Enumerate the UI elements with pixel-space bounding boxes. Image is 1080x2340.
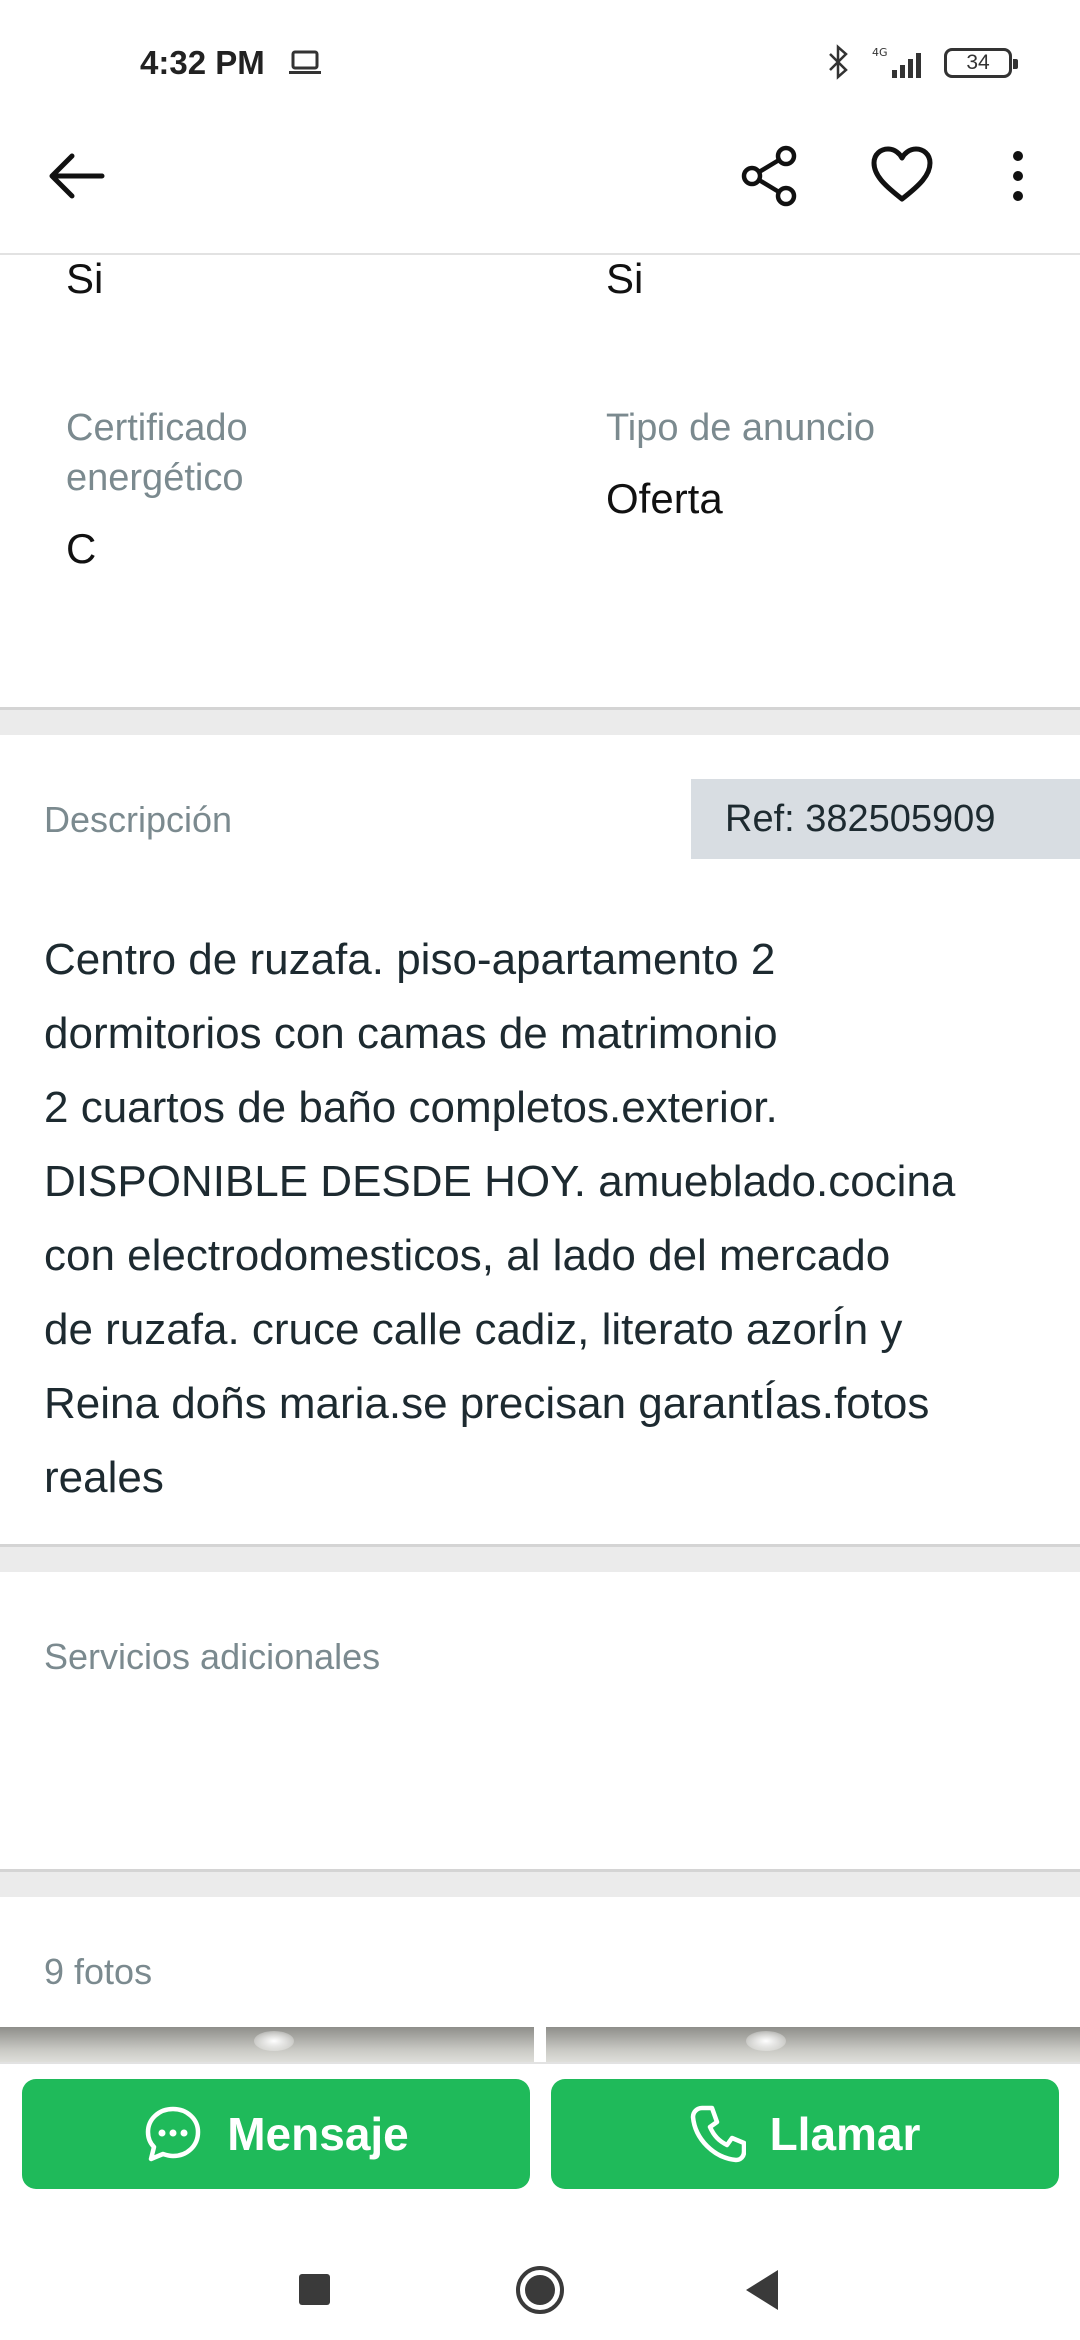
signal-icon: 4G (872, 46, 921, 78)
description-title: Descripción (44, 799, 233, 840)
more-vertical-icon[interactable] (1003, 148, 1033, 204)
network-type-label: 4G (872, 46, 888, 59)
status-bar: 4:32 PM 4G 34 (0, 0, 1080, 125)
photo-thumbnail[interactable] (0, 2027, 534, 2065)
back-arrow-icon[interactable] (44, 146, 108, 206)
message-button[interactable]: Mensaje (22, 2079, 530, 2189)
share-icon[interactable] (738, 144, 802, 208)
services-title: Servicios adicionales (44, 1636, 381, 1677)
energy-certificate-label: Certificado energético (66, 407, 248, 499)
battery-level: 34 (966, 51, 990, 74)
bluetooth-icon (829, 44, 848, 80)
message-button-label: Mensaje (227, 2108, 409, 2160)
chat-bubble-icon (145, 2106, 201, 2162)
home-icon[interactable] (514, 2264, 566, 2316)
system-nav-bar (0, 2210, 1080, 2340)
action-bar: Mensaje Llamar (0, 2062, 1080, 2210)
phone-icon (690, 2105, 746, 2163)
battery-indicator: 34 (944, 48, 1018, 78)
nav-back-icon[interactable] (744, 2268, 780, 2312)
screen: 4:32 PM 4G 34 Si Si Certificado energéti… (0, 0, 1080, 2340)
recent-apps-icon[interactable] (299, 2274, 330, 2305)
photo-light (254, 2031, 294, 2051)
status-time: 4:32 PM (140, 44, 265, 81)
photo-light (746, 2031, 786, 2051)
details-card: Si Si Certificado energético C Tipo de a… (0, 255, 1080, 710)
call-button-label: Llamar (769, 2108, 921, 2160)
services-card: Servicios adicionales (0, 1572, 1080, 1872)
ad-type-value: Oferta (606, 475, 723, 522)
description-card: Descripción Ref: 382505909 Centro de ruz… (0, 735, 1080, 1547)
ad-type-label: Tipo de anuncio (606, 407, 876, 449)
photos-card: 9 fotos (0, 1897, 1080, 2065)
call-button[interactable]: Llamar (551, 2079, 1059, 2189)
detail-value-right: Si (606, 255, 644, 302)
favorite-heart-icon[interactable] (870, 145, 934, 205)
reference-text: Ref: 382505909 (725, 797, 996, 840)
photos-title: 9 fotos (44, 1951, 153, 1992)
detail-value-left: Si (66, 255, 104, 302)
photo-thumbnail[interactable] (546, 2027, 1080, 2065)
description-text: Centro de ruzafa. piso-apartamento 2 dor… (44, 935, 956, 1502)
energy-certificate-value: C (66, 525, 97, 572)
laptop-icon (289, 50, 321, 74)
reference-badge: Ref: 382505909 (691, 779, 1080, 859)
